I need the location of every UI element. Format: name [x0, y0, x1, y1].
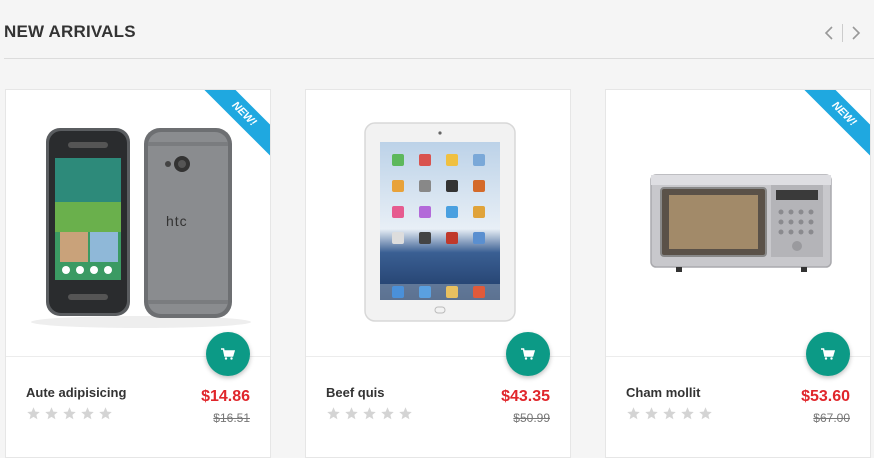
product-old-price: $50.99 [513, 411, 550, 425]
new-badge-label: NEW! [204, 90, 270, 156]
product-old-price: $16.51 [213, 411, 250, 425]
cart-icon [821, 348, 835, 360]
star-icon [681, 407, 694, 420]
product-name[interactable]: Beef quis [326, 385, 385, 400]
star-icon [99, 407, 112, 420]
product-card[interactable]: NEW! Cham mollit $53.60 $67.00 [605, 89, 871, 458]
add-to-cart-button[interactable] [506, 332, 550, 376]
rating-stars [26, 406, 113, 421]
new-badge-label: NEW! [804, 90, 870, 156]
rating-stars [326, 406, 413, 421]
star-icon [627, 407, 640, 420]
star-icon [27, 407, 40, 420]
new-badge: NEW! [204, 90, 270, 156]
star-icon [45, 407, 58, 420]
ipad-tablet-image[interactable] [306, 90, 570, 356]
product-price: $14.86 [201, 388, 250, 405]
star-icon [663, 407, 676, 420]
product-name[interactable]: Aute adipisicing [26, 385, 126, 400]
section-title: NEW ARRIVALS [4, 22, 136, 41]
star-icon [381, 407, 394, 420]
chevron-right-icon[interactable] [846, 22, 866, 44]
section-header: NEW ARRIVALS [4, 0, 874, 59]
star-icon [63, 407, 76, 420]
star-icon [699, 407, 712, 420]
star-icon [399, 407, 412, 420]
product-old-price: $67.00 [813, 411, 850, 425]
star-icon [363, 407, 376, 420]
product-price: $53.60 [801, 388, 850, 405]
chevron-left-icon[interactable] [819, 22, 839, 44]
cart-icon [221, 348, 235, 360]
cart-icon [521, 348, 535, 360]
new-badge: NEW! [804, 90, 870, 156]
star-icon [645, 407, 658, 420]
product-card[interactable]: Beef quis $43.35 $50.99 [305, 89, 571, 458]
rating-stars [626, 406, 713, 421]
add-to-cart-button[interactable] [806, 332, 850, 376]
product-name[interactable]: Cham mollit [626, 385, 700, 400]
add-to-cart-button[interactable] [206, 332, 250, 376]
svg-text:htc: htc [166, 213, 188, 229]
star-icon [327, 407, 340, 420]
product-price: $43.35 [501, 388, 550, 405]
product-card[interactable]: htc NEW! Aute adipisicing $14.86 $16.51 [5, 89, 271, 458]
nav-divider [842, 24, 843, 42]
star-icon [81, 407, 94, 420]
carousel-nav [819, 22, 866, 44]
star-icon [345, 407, 358, 420]
